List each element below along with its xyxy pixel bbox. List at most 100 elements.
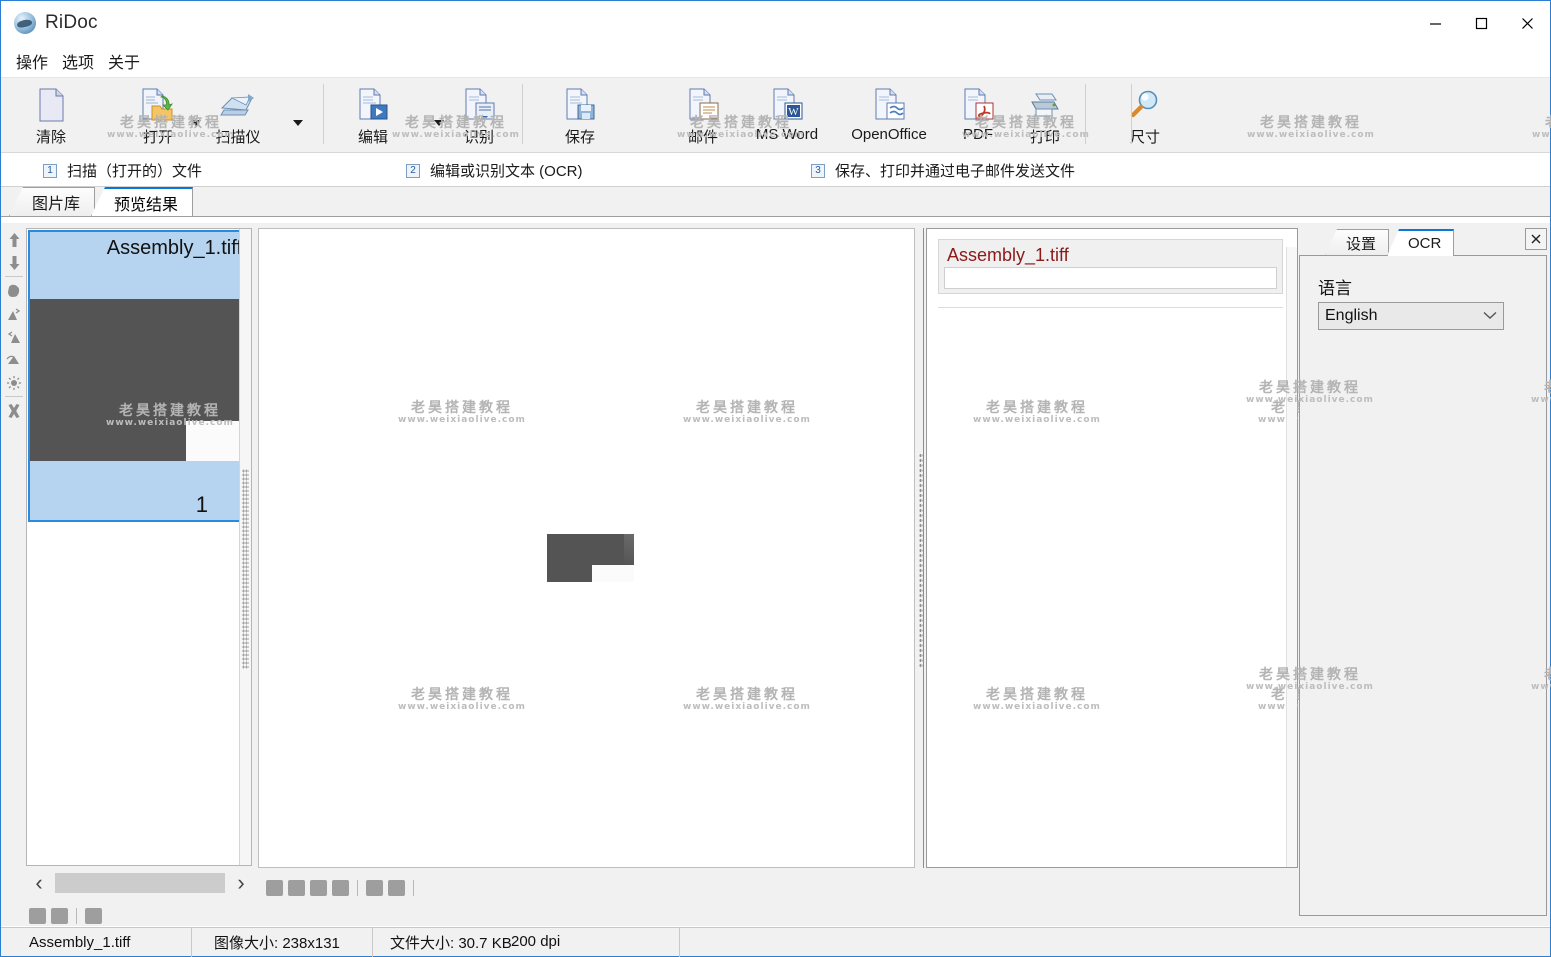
status-bar: Assembly_1.tiff 图像大小: 238x131 文件大小: 30.7… xyxy=(1,927,1550,956)
close-button[interactable] xyxy=(1504,1,1550,45)
size-button[interactable]: 尺寸 xyxy=(1110,82,1180,147)
open-label: 打开 xyxy=(143,126,173,147)
menu-item-about[interactable]: 关于 xyxy=(101,46,147,76)
splitter-grip[interactable] xyxy=(919,453,924,668)
ribbon-separator-4 xyxy=(1131,84,1132,144)
thumbnail-prev-button[interactable]: ‹ xyxy=(26,870,52,896)
delete-icon[interactable] xyxy=(2,399,26,422)
scanner-dropdown-caret[interactable] xyxy=(293,120,303,126)
ribbon-separator-2 xyxy=(522,84,523,144)
rotate-left-icon[interactable] xyxy=(2,302,26,325)
ocr-result-page[interactable]: Assembly_1.tiff 老昊搭建教程 www.weixiaolive.c… xyxy=(926,228,1298,868)
tab-ocr[interactable]: OCR xyxy=(1387,229,1454,256)
watermark-text-cn: 老昊搭建教程 xyxy=(392,688,532,703)
watermark-text-url: www.weixiaolive.com xyxy=(967,703,1107,712)
watermark-text-cn: 老昊搭建教程 xyxy=(967,688,1107,703)
language-label: 语言 xyxy=(1318,274,1352,299)
thumbnail-next-button[interactable]: › xyxy=(228,870,254,896)
ribbon-group-scan: 清除 打开 xyxy=(1,78,305,152)
move-up-icon[interactable] xyxy=(2,228,26,251)
watermark-text-cn: 老昊搭建教程 xyxy=(1526,116,1551,131)
tab-image-library[interactable]: 图片库 xyxy=(9,187,95,216)
brightness-icon[interactable] xyxy=(2,371,26,394)
menu-item-operations[interactable]: 操作 xyxy=(9,46,55,76)
deskew-icon[interactable] xyxy=(2,348,26,371)
watermark-text-cn: 老昊搭建教程 xyxy=(677,688,817,703)
hint-number-3: 3 xyxy=(811,164,825,178)
edit-button[interactable]: 编辑 xyxy=(340,82,406,147)
open-button[interactable]: 打开 xyxy=(123,82,193,147)
ocr-result-title: Assembly_1.tiff xyxy=(947,245,1069,266)
save-button[interactable]: 保存 xyxy=(541,82,619,147)
thumb-action-2-button[interactable] xyxy=(51,908,68,924)
tab-settings-label: 设置 xyxy=(1346,233,1376,254)
hint-text-1: 扫描（打开的）文件 xyxy=(67,160,202,181)
edit-dropdown-caret[interactable] xyxy=(434,120,444,126)
scanner-button[interactable]: 扫描仪 xyxy=(203,82,273,147)
doc-action-1-button[interactable] xyxy=(266,880,283,896)
openoffice-button[interactable]: OpenOffice xyxy=(835,82,943,143)
thumb-action-1-button[interactable] xyxy=(29,908,46,924)
thumbnail-scroll-track[interactable] xyxy=(55,873,225,893)
msword-button[interactable]: W MS Word xyxy=(739,82,835,143)
doc-action-2-button[interactable] xyxy=(288,880,305,896)
thumb-action-3-button[interactable] xyxy=(85,908,102,924)
ribbon-separator-1 xyxy=(323,84,324,144)
hint-step-3: 3 保存、打印并通过电子邮件发送文件 xyxy=(811,160,1075,181)
ocr-result-scrollbar[interactable] xyxy=(1286,247,1297,867)
mail-icon xyxy=(687,85,719,125)
recognize-icon xyxy=(463,85,495,125)
msword-icon: W xyxy=(771,85,803,125)
recognize-label: 识别 xyxy=(464,126,494,147)
size-label: 尺寸 xyxy=(1130,126,1160,147)
thumbnail-image xyxy=(30,299,250,461)
print-button[interactable]: 打印 xyxy=(1013,82,1077,147)
panel-close-icon[interactable] xyxy=(1525,228,1547,250)
thumbnail-panel[interactable]: Assembly_1.tiff 老昊搭建教程 www.weixiaolive.c… xyxy=(26,228,252,866)
clear-button[interactable]: 清除 xyxy=(19,82,83,147)
msword-label: MS Word xyxy=(756,126,818,143)
clear-label: 清除 xyxy=(36,126,66,147)
maximize-button[interactable] xyxy=(1458,1,1504,45)
watermark-text-cn: 老昊搭建教程 xyxy=(967,401,1107,416)
recognize-button[interactable]: 识别 xyxy=(446,82,512,147)
blank-page-icon xyxy=(37,85,65,125)
watermark-text-url: www.weixiaolive.com xyxy=(677,703,817,712)
watermark-text-url: www.weixiaolive.com xyxy=(677,416,817,425)
move-down-icon[interactable] xyxy=(2,251,26,274)
magnifier-icon xyxy=(1128,85,1162,125)
ribbon-group-output: 保存 邮件 xyxy=(531,78,1077,152)
doc-action-4-button[interactable] xyxy=(332,880,349,896)
doc-action-5-button[interactable] xyxy=(366,880,383,896)
save-icon xyxy=(564,85,596,125)
thumbnail-item[interactable]: Assembly_1.tiff 老昊搭建教程 www.weixiaolive.c… xyxy=(28,230,250,522)
watermark-text-url: www.weixiaolive.com xyxy=(392,703,532,712)
mail-button[interactable]: 邮件 xyxy=(667,82,739,147)
rotate-right-icon[interactable] xyxy=(2,325,26,348)
ribbon-separator-3 xyxy=(1085,84,1086,144)
tab-preview-result[interactable]: 预览结果 xyxy=(91,187,193,216)
ocr-result-field[interactable] xyxy=(944,267,1277,289)
status-dpi: 200 dpi xyxy=(511,933,560,950)
tab-settings[interactable]: 设置 xyxy=(1325,229,1389,256)
window-title: RiDoc xyxy=(45,12,98,34)
tab-preview-result-label: 预览结果 xyxy=(114,191,178,215)
crop-shape-icon[interactable] xyxy=(2,279,26,302)
minimize-button[interactable] xyxy=(1412,1,1458,45)
pdf-button[interactable]: PDF xyxy=(943,82,1013,143)
watermark-text-url: www.weixiaolive.com xyxy=(1526,131,1551,140)
thumbnail-scroll-grip[interactable] xyxy=(242,469,249,669)
watermark-ocr-1: 老昊搭建教程 www.weixiaolive.com xyxy=(967,401,1107,425)
thumbnail-button-row xyxy=(29,908,102,924)
watermark-panel-2: 老昊搭建教程 www.weixiaolive.com xyxy=(1525,381,1551,405)
watermark-ocr-3: 老昊搭建教程 www.weixiaolive.com xyxy=(967,688,1107,712)
printer-icon xyxy=(1028,85,1062,125)
doc-action-3-button[interactable] xyxy=(310,880,327,896)
doc-action-6-button[interactable] xyxy=(388,880,405,896)
thumbnail-navigation: ‹ › xyxy=(26,868,254,898)
menu-item-options[interactable]: 选项 xyxy=(55,46,101,76)
watermark-text-cn: 老昊搭建教程 xyxy=(1525,668,1551,683)
hint-step-2: 2 编辑或识别文本 (OCR) xyxy=(406,160,583,181)
language-select[interactable]: English xyxy=(1318,302,1504,330)
document-page[interactable]: 老昊搭建教程 www.weixiaolive.com 老昊搭建教程 www.we… xyxy=(258,228,915,868)
